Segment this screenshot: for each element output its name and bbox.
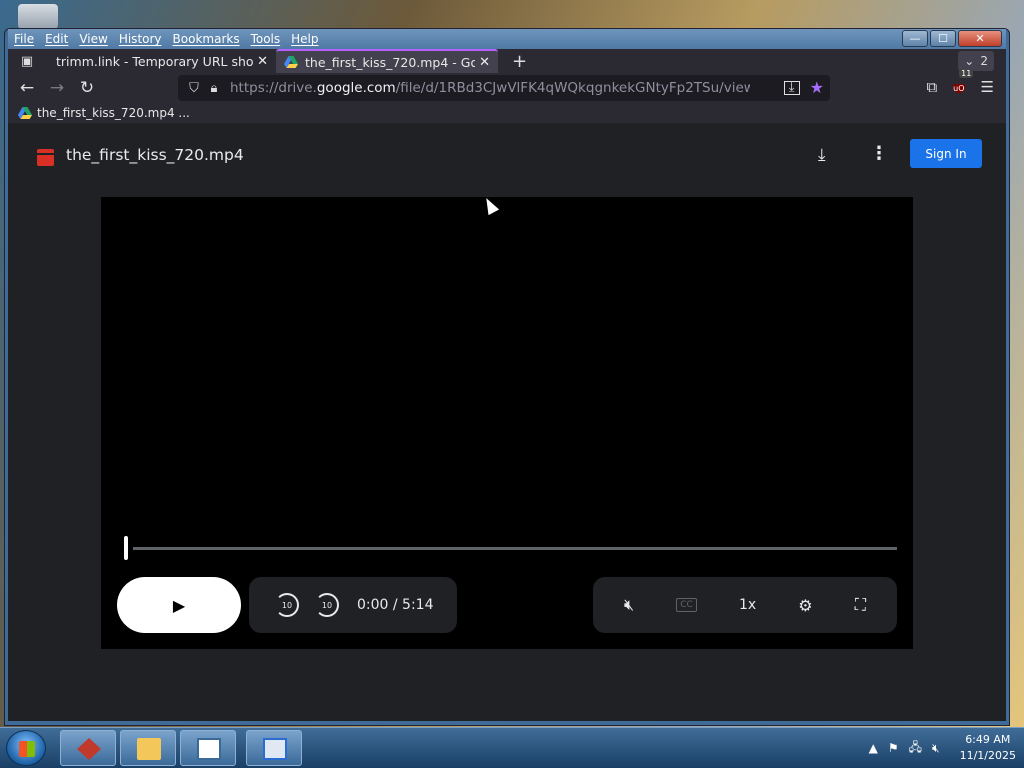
forward-arrow-icon[interactable]: → — [42, 75, 72, 101]
url-bar[interactable]: ⛉ 🔒︎ https://drive.google.com/file/d/1RB… — [178, 75, 830, 101]
document-icon — [263, 738, 287, 760]
taskbar: ▲ ⚑ 🖧︎ 🔇︎ 6:49 AM 11/1/2025 — [0, 727, 1024, 768]
menu-file[interactable]: File — [14, 32, 34, 46]
page-download-icon[interactable]: ⤓ — [783, 80, 800, 95]
menu-bookmarks[interactable]: Bookmarks — [173, 32, 240, 46]
toolbar-actions: ⧉ uO 11 ☰ — [926, 69, 994, 97]
muted-volume-icon[interactable]: 🔇︎ — [624, 595, 634, 615]
volume-muted-icon[interactable]: 🔇︎ — [932, 741, 940, 756]
tab-trimm-link[interactable]: trimm.link - Temporary URL shorten ✕ — [48, 49, 276, 73]
captions-button[interactable]: CC — [676, 598, 697, 612]
time-display: 0:00 / 5:14 — [357, 597, 434, 613]
lock-icon[interactable]: 🔒︎ — [204, 81, 224, 96]
system-tray: ▲ ⚑ 🖧︎ 🔇︎ 6:49 AM 11/1/2025 — [869, 732, 1016, 764]
folder-icon — [137, 738, 161, 760]
browser-frame: File Edit View History Bookmarks Tools H… — [8, 29, 1006, 721]
tab-list-icon[interactable]: ▣ — [14, 50, 40, 72]
extensions-icon[interactable]: ⧉ — [926, 78, 937, 96]
notepad-icon — [197, 738, 221, 760]
minimize-button[interactable]: — — [902, 30, 928, 47]
taskbar-app-4[interactable] — [246, 730, 302, 766]
ublock-extension-icon[interactable]: uO 11 — [953, 69, 974, 97]
progress-knob[interactable] — [124, 536, 128, 560]
menu-help[interactable]: Help — [291, 32, 318, 46]
video-file-icon — [37, 149, 54, 166]
start-button[interactable] — [6, 730, 46, 766]
taskbar-app-1[interactable] — [60, 730, 116, 766]
bookmark-label: the_first_kiss_720.mp4 ... — [37, 106, 190, 120]
action-center-icon[interactable]: ⚑ — [888, 741, 899, 755]
reload-icon[interactable]: ↻ — [72, 75, 102, 101]
url-path: /file/d/1RBd3CJwVlFK4qWQkqgnkekGNtyFp2TS… — [395, 80, 750, 96]
window-controls: — ☐ ✕ — [902, 30, 1002, 47]
download-icon[interactable]: ⤓ — [818, 145, 826, 165]
play-button[interactable]: ▶ — [117, 577, 241, 633]
file-name: the_first_kiss_720.mp4 — [66, 146, 244, 164]
menu-bar: File Edit View History Bookmarks Tools H… — [8, 29, 1006, 49]
close-tab-icon[interactable]: ✕ — [257, 54, 268, 69]
clock-date: 11/1/2025 — [959, 749, 1016, 762]
navigation-bar: ← → ↻ ⛉ 🔒︎ https://drive.google.com/file… — [8, 69, 1006, 103]
taskbar-file-explorer[interactable] — [120, 730, 176, 766]
clock[interactable]: 6:49 AM 11/1/2025 — [960, 732, 1016, 764]
google-drive-icon — [284, 56, 298, 68]
tab-title: the_first_kiss_720.mp4 - Google — [305, 54, 475, 70]
forward-10-icon[interactable]: 10 — [315, 593, 339, 617]
app-icon — [77, 738, 101, 760]
back-arrow-icon[interactable]: ← — [12, 75, 42, 101]
playback-speed-button[interactable]: 1x — [739, 597, 756, 613]
chevron-down-icon: ⌄ — [964, 54, 975, 68]
shield-icon[interactable]: ⛉ — [184, 81, 204, 96]
bookmark-item[interactable]: the_first_kiss_720.mp4 ... — [18, 106, 190, 120]
gear-icon[interactable]: ⚙ — [798, 596, 812, 615]
menu-history[interactable]: History — [119, 32, 162, 46]
tab-drive-video[interactable]: the_first_kiss_720.mp4 - Google ✕ — [276, 49, 498, 73]
drive-viewer: the_first_kiss_720.mp4 ⤓ ⋮ Sign In ▶ 10 … — [8, 123, 1006, 721]
url-domain: google.com — [316, 80, 396, 96]
menu-tools[interactable]: Tools — [251, 32, 281, 46]
close-tab-icon[interactable]: ✕ — [479, 55, 490, 70]
browser-window: File Edit View History Bookmarks Tools H… — [4, 28, 1010, 726]
more-options-icon[interactable]: ⋮ — [870, 143, 888, 164]
url-prefix: https://drive. — [230, 80, 317, 96]
video-player[interactable]: ▶ 10 10 0:00 / 5:14 🔇︎ CC 1x ⚙ ⛶ — [101, 197, 913, 649]
fullscreen-icon[interactable]: ⛶ — [855, 595, 866, 615]
network-icon[interactable]: 🖧︎ — [909, 738, 922, 759]
sign-in-button[interactable]: Sign In — [910, 139, 982, 168]
hamburger-menu-icon[interactable]: ☰ — [981, 78, 994, 96]
close-window-button[interactable]: ✕ — [958, 30, 1002, 47]
clock-time: 6:49 AM — [965, 733, 1011, 746]
extension-badge: 11 — [959, 69, 974, 78]
bookmarks-bar: the_first_kiss_720.mp4 ... — [8, 103, 1006, 123]
tab-count-button[interactable]: ⌄ 2 — [958, 51, 994, 71]
url-actions: ⤓ ★ — [783, 78, 824, 97]
tab-title: trimm.link - Temporary URL shorten — [56, 53, 254, 69]
tab-strip: ▣ trimm.link - Temporary URL shorten ✕ t… — [8, 49, 1006, 73]
show-hidden-icons-icon[interactable]: ▲ — [869, 741, 878, 755]
ublock-shield-icon: uO — [953, 84, 965, 93]
url-text[interactable]: https://drive.google.com/file/d/1RBd3CJw… — [230, 80, 750, 96]
maximize-button[interactable]: ☐ — [930, 30, 956, 47]
progress-bar[interactable] — [124, 536, 897, 560]
menu-edit[interactable]: Edit — [45, 32, 68, 46]
new-tab-icon[interactable]: + — [512, 51, 527, 72]
taskbar-app-3[interactable] — [180, 730, 236, 766]
player-settings-controls: 🔇︎ CC 1x ⚙ ⛶ — [593, 577, 897, 633]
rewind-10-icon[interactable]: 10 — [275, 593, 299, 617]
playback-controls: 10 10 0:00 / 5:14 — [249, 577, 457, 633]
bookmark-star-icon[interactable]: ★ — [810, 78, 824, 97]
play-icon: ▶ — [172, 595, 186, 615]
google-drive-icon — [18, 107, 32, 119]
tab-count-label: 2 — [980, 54, 988, 68]
menu-view[interactable]: View — [79, 32, 107, 46]
